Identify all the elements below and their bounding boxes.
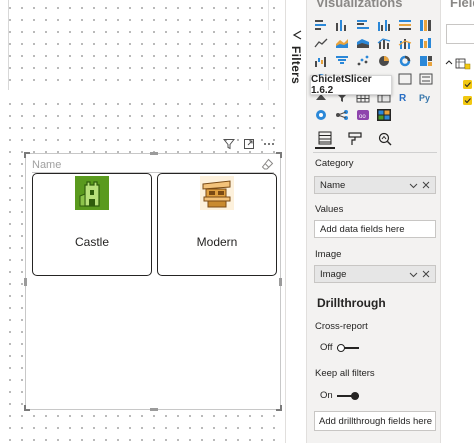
stacked-area-chart-icon[interactable] bbox=[355, 36, 370, 50]
page-boundary bbox=[268, 0, 269, 90]
resize-corner-top-right[interactable] bbox=[276, 152, 282, 158]
visual-gallery: R Py oo bbox=[313, 18, 433, 122]
cross-report-state: Off bbox=[320, 342, 333, 353]
filters-pane-collapsed[interactable]: Filters bbox=[285, 0, 307, 443]
svg-text:Py: Py bbox=[419, 93, 430, 103]
resize-handle-right[interactable] bbox=[279, 278, 282, 286]
chiclet-slicer-visual[interactable]: Name Castle Modern bbox=[24, 152, 282, 411]
page-gap bbox=[0, 90, 284, 100]
stacked-column-chart-icon[interactable] bbox=[334, 18, 349, 32]
resize-corner-bottom-left[interactable] bbox=[24, 405, 30, 411]
expand-arrow-icon[interactable] bbox=[291, 28, 303, 40]
clustered-column-chart-icon[interactable] bbox=[376, 18, 391, 32]
format-paint-roller-icon[interactable] bbox=[345, 129, 365, 149]
line-and-stacked-column-icon[interactable] bbox=[397, 36, 412, 50]
eraser-icon[interactable] bbox=[261, 158, 274, 171]
category-well-label: Category bbox=[315, 158, 354, 169]
values-well-placeholder: Add data fields here bbox=[320, 223, 405, 235]
image-well-label: Image bbox=[315, 249, 342, 260]
scatter-chart-icon[interactable] bbox=[355, 54, 370, 68]
chevron-down-icon[interactable] bbox=[408, 180, 418, 190]
pie-chart-icon[interactable] bbox=[376, 54, 391, 68]
keep-all-filters-toggle[interactable]: On bbox=[320, 390, 359, 401]
r-script-visual-icon[interactable]: R bbox=[397, 90, 412, 104]
add-drillthrough-fields-button[interactable]: Add drillthrough fields here bbox=[314, 411, 436, 431]
visual-tooltip: ChicletSlicer 1.6.2 bbox=[310, 74, 392, 96]
more-options-icon[interactable] bbox=[262, 137, 276, 151]
focus-mode-icon[interactable] bbox=[242, 137, 256, 151]
python-visual-icon[interactable]: Py bbox=[418, 90, 433, 104]
toggle-switch-on[interactable] bbox=[336, 391, 359, 400]
chiclet-label: Castle bbox=[74, 235, 109, 249]
analytics-magnifier-icon[interactable] bbox=[375, 129, 395, 149]
svg-text:oo: oo bbox=[359, 114, 366, 120]
svg-text:R: R bbox=[399, 93, 407, 103]
cross-report-toggle[interactable]: Off bbox=[320, 342, 359, 353]
tabs-divider bbox=[313, 152, 437, 153]
fields-pane-title: Fields bbox=[450, 0, 474, 10]
field-list bbox=[445, 58, 474, 113]
visualizations-pane-title: Visualizations bbox=[316, 0, 403, 10]
close-icon[interactable] bbox=[421, 180, 431, 190]
slicer-title: Name bbox=[32, 158, 62, 171]
castle-icon bbox=[75, 176, 109, 210]
search-input[interactable] bbox=[446, 24, 474, 44]
image-field-well[interactable]: Image bbox=[314, 265, 436, 283]
qa-visual-icon[interactable]: oo bbox=[355, 108, 370, 122]
donut-chart-icon[interactable] bbox=[397, 54, 412, 68]
drillthrough-section-title: Drillthrough bbox=[317, 296, 386, 310]
pane-tabs bbox=[315, 129, 395, 149]
funnel-chart-icon[interactable] bbox=[334, 54, 349, 68]
values-well-label: Values bbox=[315, 204, 344, 215]
toggle-switch-off[interactable] bbox=[336, 343, 359, 352]
chiclet-modern[interactable]: Modern bbox=[157, 173, 277, 276]
chiclet-slicer-visual-icon[interactable] bbox=[376, 108, 391, 122]
visualizations-pane: Visualizations R Py oo Category Name Val… bbox=[307, 0, 441, 443]
filters-pane-label[interactable]: Filters bbox=[289, 46, 303, 84]
filter-icon[interactable] bbox=[222, 137, 236, 151]
key-influencers-icon[interactable] bbox=[313, 108, 328, 122]
multi-row-card-icon[interactable] bbox=[418, 72, 433, 86]
waterfall-chart-icon[interactable] bbox=[313, 54, 328, 68]
stacked-bar-100-icon[interactable] bbox=[397, 18, 412, 32]
stacked-column-100-icon[interactable] bbox=[418, 18, 433, 32]
fields-tab-icon[interactable] bbox=[315, 129, 335, 149]
keep-all-filters-label: Keep all filters bbox=[315, 368, 375, 379]
field-list-items[interactable] bbox=[445, 58, 474, 108]
card-icon[interactable] bbox=[397, 72, 412, 86]
modern-building-icon bbox=[200, 176, 234, 210]
resize-handle-top[interactable] bbox=[150, 152, 158, 155]
keep-all-filters-state: On bbox=[320, 390, 333, 401]
chevron-down-icon[interactable] bbox=[408, 269, 418, 279]
line-and-column-icon[interactable] bbox=[376, 36, 391, 50]
page-boundary bbox=[8, 0, 9, 90]
values-field-well[interactable]: Add data fields here bbox=[314, 220, 436, 238]
visual-header bbox=[222, 136, 276, 152]
cross-report-label: Cross-report bbox=[315, 321, 368, 332]
line-chart-icon[interactable] bbox=[313, 36, 328, 50]
fields-pane: Fields bbox=[442, 0, 474, 443]
category-field-name: Name bbox=[320, 179, 346, 191]
chiclet-label: Modern bbox=[196, 235, 238, 249]
area-chart-icon[interactable] bbox=[334, 36, 349, 50]
decomposition-tree-icon[interactable] bbox=[334, 108, 349, 122]
clustered-bar-chart-icon[interactable] bbox=[355, 18, 370, 32]
chiclet-castle[interactable]: Castle bbox=[32, 173, 152, 276]
ribbon-chart-icon[interactable] bbox=[418, 36, 433, 50]
close-icon[interactable] bbox=[421, 269, 431, 279]
resize-corner-bottom-right[interactable] bbox=[276, 405, 282, 411]
treemap-icon[interactable] bbox=[418, 54, 433, 68]
image-field-name: Image bbox=[320, 268, 347, 280]
stacked-bar-chart-icon[interactable] bbox=[313, 18, 328, 32]
category-field-well[interactable]: Name bbox=[314, 176, 436, 194]
slicer-header: Name bbox=[32, 157, 274, 173]
resize-corner-top-left[interactable] bbox=[24, 152, 30, 158]
resize-handle-bottom[interactable] bbox=[150, 408, 158, 411]
resize-handle-left[interactable] bbox=[24, 278, 27, 286]
